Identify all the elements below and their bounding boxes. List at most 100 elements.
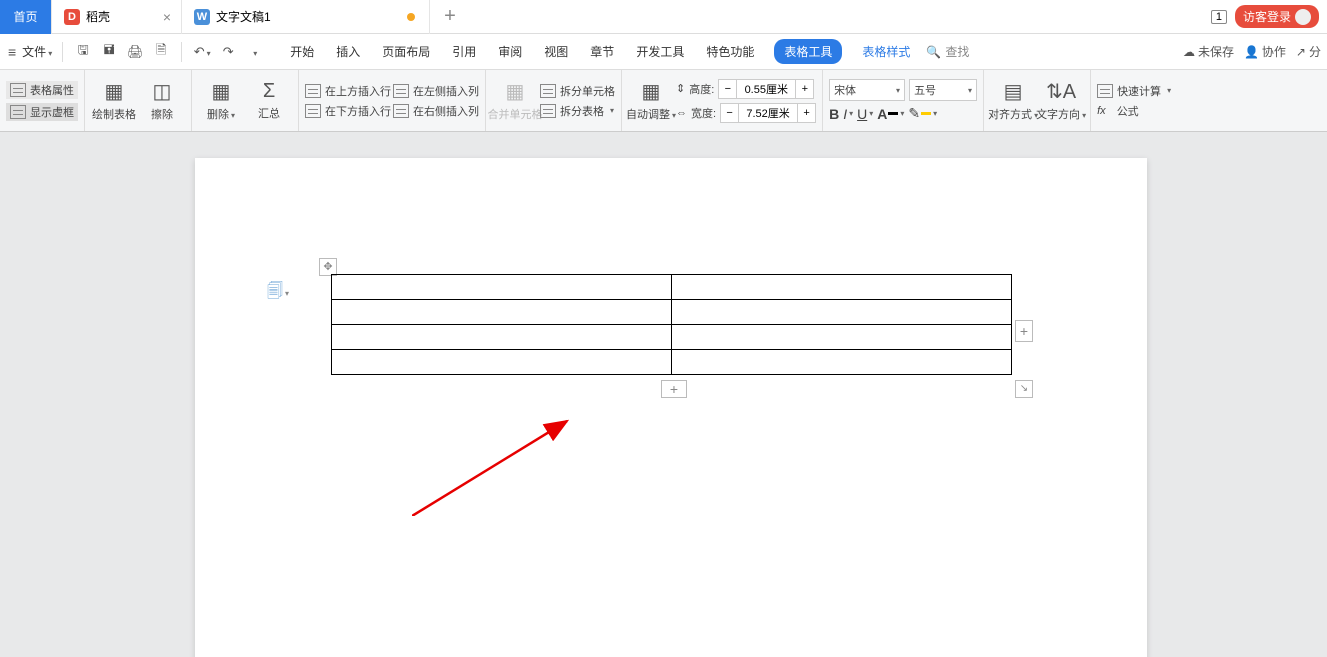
tab-docer[interactable]: D 稻壳 × xyxy=(52,0,182,34)
tab-table-style[interactable]: 表格样式 xyxy=(860,39,912,64)
width-input[interactable] xyxy=(739,104,797,122)
document-table[interactable] xyxy=(331,274,1012,375)
underline-button[interactable]: U▾ xyxy=(857,106,873,122)
notification-badge[interactable]: 1 xyxy=(1211,10,1227,24)
tab-start[interactable]: 开始 xyxy=(288,39,316,64)
summary-button[interactable]: Σ汇总 xyxy=(246,80,292,121)
text-dir-icon: ⇅A xyxy=(1046,79,1076,104)
split-table-button[interactable]: 拆分表格▾ xyxy=(540,103,615,119)
align-icon: ▤ xyxy=(1004,79,1023,104)
preview-icon[interactable]: 🗎 xyxy=(151,41,171,63)
pencil-grid-icon: ▦ xyxy=(105,79,124,104)
redo-icon[interactable]: ↷ xyxy=(218,44,238,60)
avatar-icon xyxy=(1295,9,1311,25)
workspace: 🗐▾ ✥ + + ↘ xyxy=(0,132,1327,657)
delete-button[interactable]: ▦删除▾ xyxy=(198,79,244,122)
unsaved-indicator[interactable]: ☁未保存 xyxy=(1183,43,1234,60)
collab-button[interactable]: 👤协作 xyxy=(1244,43,1286,60)
writer-icon: W xyxy=(194,9,210,25)
table-row[interactable] xyxy=(332,350,1012,375)
table-cell[interactable] xyxy=(332,325,672,350)
tab-devtools[interactable]: 开发工具 xyxy=(634,39,686,64)
add-column-button[interactable]: + xyxy=(1015,320,1033,342)
table-properties-button[interactable]: 表格属性 xyxy=(6,81,78,99)
table-cell[interactable] xyxy=(332,300,672,325)
height-plus[interactable]: + xyxy=(795,80,813,98)
height-input[interactable] xyxy=(737,80,795,98)
insert-col-right-button[interactable]: 在右侧插入列 xyxy=(393,103,479,119)
sigma-icon: Σ xyxy=(263,80,275,103)
table-row[interactable] xyxy=(332,325,1012,350)
tab-reference[interactable]: 引用 xyxy=(450,39,478,64)
table-resize-handle[interactable]: ↘ xyxy=(1015,380,1033,398)
height-spinner[interactable]: − + xyxy=(718,79,814,99)
tab-features[interactable]: 特色功能 xyxy=(704,39,756,64)
draw-table-button[interactable]: ▦绘制表格 xyxy=(91,79,137,122)
font-size-select[interactable]: 五号▾ xyxy=(909,79,977,101)
tab-document[interactable]: W 文字文稿1 xyxy=(182,0,430,34)
insert-above-icon xyxy=(305,84,321,98)
table-cell[interactable] xyxy=(672,275,1012,300)
save-icon[interactable]: 🖫 xyxy=(73,41,93,63)
file-menu[interactable]: 文件▾ xyxy=(22,43,52,60)
tab-review[interactable]: 审阅 xyxy=(496,39,524,64)
share-button[interactable]: ↗分 xyxy=(1296,43,1321,60)
insert-right-icon xyxy=(393,104,409,118)
width-plus[interactable]: + xyxy=(797,104,815,122)
bold-button[interactable]: B xyxy=(829,106,839,122)
docer-icon: D xyxy=(64,9,80,25)
insert-row-below-button[interactable]: 在下方插入行 xyxy=(305,103,391,119)
more-icon[interactable]: ▾ xyxy=(244,44,264,59)
table-row[interactable] xyxy=(332,275,1012,300)
table-cell[interactable] xyxy=(332,275,672,300)
search-button[interactable]: 🔍 查找 xyxy=(926,43,969,60)
tab-view[interactable]: 视图 xyxy=(542,39,570,64)
close-icon[interactable]: × xyxy=(163,9,171,25)
align-button[interactable]: ▤对齐方式▾ xyxy=(990,79,1036,122)
tab-insert[interactable]: 插入 xyxy=(334,39,362,64)
width-spinner[interactable]: − + xyxy=(720,103,816,123)
highlight-button[interactable]: ✎▾ xyxy=(908,105,937,122)
user-icon: 👤 xyxy=(1244,45,1259,59)
delete-table-icon: ▦ xyxy=(212,79,231,104)
tab-chapter[interactable]: 章节 xyxy=(588,39,616,64)
table-cell[interactable] xyxy=(672,325,1012,350)
italic-button[interactable]: I▾ xyxy=(843,106,853,122)
undo-icon[interactable]: ↶▾ xyxy=(192,44,212,60)
fx-icon: fx xyxy=(1097,105,1106,117)
login-button[interactable]: 访客登录 xyxy=(1235,5,1319,28)
tab-table-tools[interactable]: 表格工具 xyxy=(774,39,842,64)
text-direction-button[interactable]: ⇅A文字方向▾ xyxy=(1038,79,1084,122)
tab-layout[interactable]: 页面布局 xyxy=(380,39,432,64)
page[interactable]: 🗐▾ ✥ + + ↘ xyxy=(195,158,1147,657)
share-icon: ↗ xyxy=(1296,45,1306,59)
font-select[interactable]: 宋体▾ xyxy=(829,79,905,101)
split-cell-button[interactable]: 拆分单元格 xyxy=(540,83,615,99)
insert-row-above-button[interactable]: 在上方插入行 xyxy=(305,83,391,99)
cloud-icon: ☁ xyxy=(1183,45,1195,59)
new-tab-button[interactable]: + xyxy=(430,0,470,34)
table-cell[interactable] xyxy=(672,300,1012,325)
erase-button[interactable]: ◫擦除 xyxy=(139,79,185,122)
font-color-button[interactable]: A▾ xyxy=(877,106,904,122)
insert-below-icon xyxy=(305,104,321,118)
table-cell[interactable] xyxy=(672,350,1012,375)
table-row[interactable] xyxy=(332,300,1012,325)
autofit-button[interactable]: ▦自动调整▾ xyxy=(628,79,674,122)
tab-home[interactable]: 首页 xyxy=(0,0,52,34)
width-minus[interactable]: − xyxy=(721,104,739,122)
modified-indicator xyxy=(407,13,415,21)
show-dashed-button[interactable]: 显示虚框 xyxy=(6,103,78,121)
width-label: 宽度: xyxy=(691,105,716,121)
saveas-icon[interactable]: 🖬 xyxy=(99,41,119,63)
outline-icon[interactable]: 🗐▾ xyxy=(267,280,289,307)
print-icon[interactable]: 🖨 xyxy=(125,44,145,60)
table-cell[interactable] xyxy=(332,350,672,375)
quick-calc-button[interactable]: 快速计算▾ xyxy=(1097,83,1171,99)
formula-button[interactable]: fx 公式 xyxy=(1097,103,1171,119)
insert-col-left-button[interactable]: 在左侧插入列 xyxy=(393,83,479,99)
height-minus[interactable]: − xyxy=(719,80,737,98)
add-row-button[interactable]: + xyxy=(661,380,687,398)
hamburger-icon[interactable]: ≡ xyxy=(8,44,16,60)
login-label: 访客登录 xyxy=(1243,8,1291,25)
